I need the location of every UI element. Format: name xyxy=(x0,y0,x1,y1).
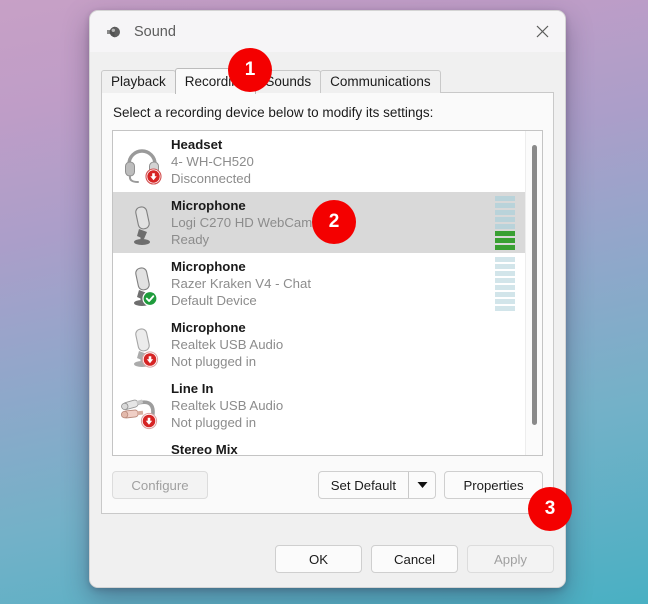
table-row[interactable]: Line In Realtek USB Audio Not plugged in xyxy=(113,375,525,436)
level-meter xyxy=(495,195,515,250)
device-status: Not plugged in xyxy=(171,415,257,430)
device-name: Microphone xyxy=(171,320,246,335)
scrollbar-thumb[interactable] xyxy=(532,145,537,425)
device-name: Stereo Mix xyxy=(171,442,238,455)
table-row[interactable]: Microphone Razer Kraken V4 - Chat Defaul… xyxy=(113,253,525,314)
table-row[interactable]: Headset 4- WH-CH520 Disconnected xyxy=(113,131,525,192)
device-status: Disconnected xyxy=(171,171,251,186)
list-scrollbar[interactable] xyxy=(525,131,542,455)
ok-button[interactable]: OK xyxy=(275,545,362,573)
device-text: Microphone Realtek USB Audio Not plugged… xyxy=(169,319,525,370)
sound-dialog: Sound Playback Recording Sounds Communic… xyxy=(89,10,566,588)
dialog-client-area: Playback Recording Sounds Communications… xyxy=(90,52,565,587)
configure-button[interactable]: Configure xyxy=(112,471,208,499)
device-text: Microphone Razer Kraken V4 - Chat Defaul… xyxy=(169,258,495,309)
device-text: Stereo Mix Realtek USB Audio Disabled xyxy=(169,441,525,455)
device-name: Line In xyxy=(171,381,214,396)
device-name: Headset xyxy=(171,137,223,152)
level-meter xyxy=(495,256,515,311)
callout-badge-3: 3 xyxy=(528,487,572,531)
close-button[interactable] xyxy=(519,11,565,52)
device-status: Not plugged in xyxy=(171,354,257,369)
device-text: Line In Realtek USB Audio Not plugged in xyxy=(169,380,525,431)
instruction-text: Select a recording device below to modif… xyxy=(113,105,434,120)
microphone-icon xyxy=(117,199,169,247)
device-text: Headset 4- WH-CH520 Disconnected xyxy=(169,136,525,187)
device-description: 4- WH-CH520 xyxy=(171,154,254,169)
device-description: Razer Kraken V4 - Chat xyxy=(171,276,311,291)
line-in-rca-icon xyxy=(117,382,169,430)
dialog-footer: OK Cancel Apply xyxy=(275,545,554,573)
tab-playback[interactable]: Playback xyxy=(101,70,176,93)
device-name: Microphone xyxy=(171,259,246,274)
table-row[interactable]: Stereo Mix Realtek USB Audio Disabled xyxy=(113,436,525,455)
speaker-icon xyxy=(104,23,122,41)
recording-tab-page: Select a recording device below to modif… xyxy=(101,92,554,514)
window-title: Sound xyxy=(134,23,176,40)
callout-badge-2: 2 xyxy=(312,200,356,244)
title-bar: Sound xyxy=(90,11,565,52)
cancel-button[interactable]: Cancel xyxy=(371,545,458,573)
device-description: Realtek USB Audio xyxy=(171,398,284,413)
tab-communications[interactable]: Communications xyxy=(320,70,441,93)
microphone-icon xyxy=(117,321,169,369)
close-icon xyxy=(536,25,548,38)
set-default-button[interactable]: Set Default xyxy=(319,472,408,498)
properties-button[interactable]: Properties xyxy=(444,471,543,499)
chevron-down-icon[interactable] xyxy=(408,472,435,498)
microphone-icon xyxy=(117,260,169,308)
callout-badge-1: 1 xyxy=(228,48,272,92)
device-description: Realtek USB Audio xyxy=(171,337,284,352)
headset-icon xyxy=(117,138,169,186)
recording-device-list[interactable]: Headset 4- WH-CH520 Disconnected Microph… xyxy=(112,130,543,456)
device-status: Default Device xyxy=(171,293,257,308)
set-default-split-button[interactable]: Set Default xyxy=(317,471,436,499)
sound-card-icon xyxy=(117,443,169,456)
device-list-viewport: Headset 4- WH-CH520 Disconnected Microph… xyxy=(113,131,525,455)
apply-button[interactable]: Apply xyxy=(467,545,554,573)
table-row[interactable]: Microphone Realtek USB Audio Not plugged… xyxy=(113,314,525,375)
